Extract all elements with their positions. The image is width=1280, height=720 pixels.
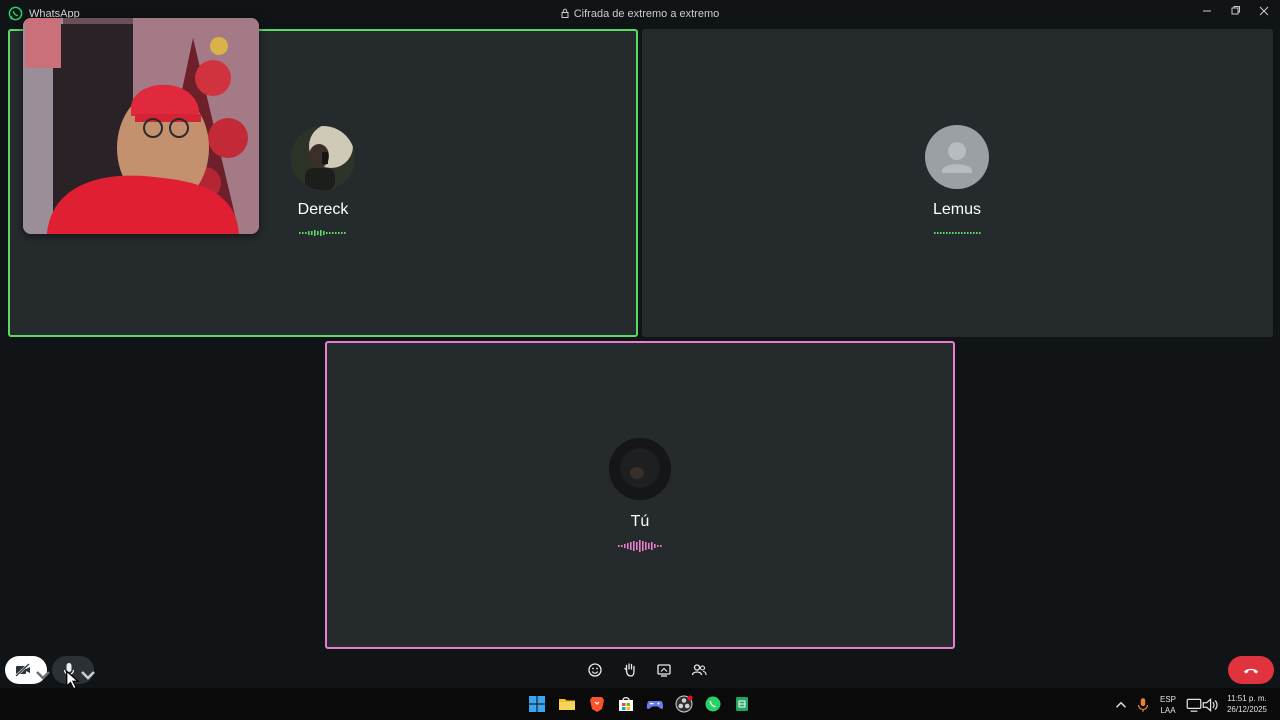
chevron-up-icon[interactable] [1112,696,1130,714]
microphone-in-use-icon[interactable] [1134,696,1152,714]
input-language[interactable]: ESP LAA [1157,694,1179,716]
emoji-icon[interactable] [585,660,605,680]
volume-icon[interactable] [1201,696,1219,714]
store-icon[interactable] [617,695,635,713]
windows-start-icon[interactable] [528,695,546,713]
participant-tile-self[interactable]: Tú [325,341,955,649]
end-call-icon [1244,668,1258,674]
participant-name: Tú [630,513,650,530]
raise-hand-icon[interactable] [620,660,640,680]
system-clock[interactable]: 11:51 p. m. 26/12/2025 [1218,693,1276,715]
maximize-icon[interactable] [1225,4,1245,18]
encryption-label: Cifrada de extremo a extremo [573,8,720,20]
minimize-icon[interactable] [1197,4,1217,18]
chevron-down-icon[interactable] [33,665,53,685]
sheets-icon[interactable] [733,695,751,713]
participants-icon[interactable] [689,660,709,680]
call-controls [0,652,1280,690]
game-controller-icon[interactable] [646,695,664,713]
keyboard-layout: LAA [1160,706,1176,715]
audio-level-indicator [934,232,981,234]
default-avatar-icon [925,125,989,189]
obs-icon[interactable] [675,695,693,713]
close-icon[interactable] [1254,4,1274,18]
self-video-preview[interactable] [23,18,259,234]
brave-browser-icon[interactable] [588,695,606,713]
language-code: ESP [1159,695,1176,704]
avatar [291,126,355,190]
audio-level-indicator [299,230,346,236]
audio-level-indicator [618,540,662,552]
screen-share-icon[interactable] [654,660,674,680]
end-call-button[interactable] [1228,656,1274,684]
clock-date: 26/12/2025 [1226,705,1268,714]
clock-time: 11:51 p. m. [1227,694,1267,703]
file-explorer-icon[interactable] [558,695,576,713]
camera-toggle-button[interactable] [5,656,50,684]
participant-tile-lemus[interactable]: Lemus [642,29,1273,337]
participant-name: Lemus [932,201,982,218]
whatsapp-icon[interactable] [704,695,722,713]
avatar [609,438,671,500]
os-taskbar: ESP LAA 11:51 p. m. 26/12/2025 [0,688,1280,720]
lock-icon [561,8,569,18]
cursor-icon [66,670,80,690]
camera-off-icon [15,663,30,677]
